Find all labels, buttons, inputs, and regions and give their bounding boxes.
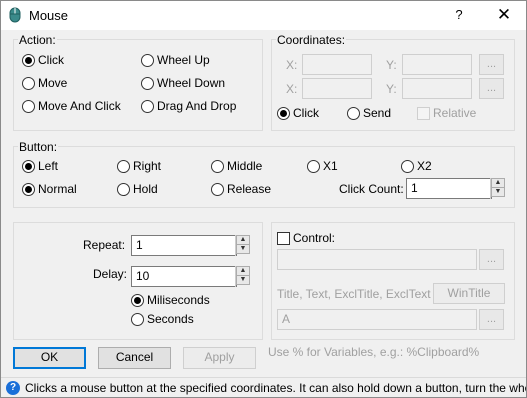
- click-count-spinner[interactable]: ▲ ▼: [490, 178, 505, 199]
- button-legend: Button:: [18, 140, 59, 154]
- action-drag-and-drop-radio[interactable]: Drag And Drop: [141, 98, 236, 114]
- button-left-radio[interactable]: Left: [22, 158, 58, 174]
- x1-label: X:: [286, 58, 298, 72]
- repeat-label: Repeat:: [83, 238, 126, 252]
- mouse-icon: [9, 7, 21, 23]
- spin-down-icon[interactable]: ▼: [236, 244, 250, 254]
- mode-release-radio[interactable]: Release: [211, 181, 271, 197]
- action-wheel-up-radio[interactable]: Wheel Up: [141, 52, 210, 68]
- mouse-dialog: Mouse ? ✕ Action: Click Wheel Up Move Wh…: [0, 0, 527, 398]
- y1-label: Y:: [386, 58, 397, 72]
- click-count-label: Click Count:: [339, 182, 404, 196]
- radio-selected-icon: [22, 53, 35, 67]
- radio-icon: [307, 159, 320, 173]
- action-wheel-down-radio[interactable]: Wheel Down: [141, 75, 225, 91]
- apply-button[interactable]: Apply: [183, 347, 256, 369]
- seconds-radio[interactable]: Seconds: [131, 311, 194, 327]
- control-input[interactable]: [277, 249, 477, 270]
- delay-label: Delay:: [93, 267, 128, 281]
- spin-down-icon[interactable]: ▼: [491, 187, 505, 197]
- wintitle-button[interactable]: WinTitle: [433, 283, 505, 304]
- relative-checkbox[interactable]: Relative: [417, 106, 476, 120]
- repeat-input[interactable]: 1: [131, 235, 237, 256]
- checkbox-icon: [417, 106, 430, 120]
- window-title: Mouse: [29, 8, 69, 23]
- coord-click-radio[interactable]: Click: [277, 105, 319, 121]
- coord-send-radio[interactable]: Send: [347, 105, 391, 121]
- wintitle-input[interactable]: A: [277, 309, 477, 330]
- control-browse-button[interactable]: ...: [479, 249, 504, 270]
- y2-label: Y:: [386, 82, 397, 96]
- wintitle-browse-button[interactable]: ...: [479, 309, 504, 330]
- variables-hint: Use % for Variables, e.g.: %Clipboard%: [268, 345, 480, 359]
- ok-button[interactable]: OK: [13, 347, 86, 369]
- mode-hold-radio[interactable]: Hold: [117, 181, 158, 197]
- help-button[interactable]: ?: [446, 5, 472, 25]
- radio-selected-icon: [22, 159, 35, 173]
- radio-icon: [117, 159, 130, 173]
- coordinates-browse-button-2[interactable]: ...: [479, 78, 504, 99]
- title-bar: Mouse ? ✕: [1, 1, 526, 30]
- miliseconds-radio[interactable]: Miliseconds: [131, 292, 210, 308]
- radio-icon: [22, 76, 35, 90]
- status-text: Clicks a mouse button at the specified c…: [25, 380, 526, 395]
- button-right-radio[interactable]: Right: [117, 158, 161, 174]
- wintitle-fields-label: Title, Text, ExclTitle, ExclText: [277, 287, 431, 301]
- button-middle-radio[interactable]: Middle: [211, 158, 262, 174]
- y2-input[interactable]: [402, 78, 472, 99]
- radio-icon: [211, 159, 224, 173]
- info-icon: ?: [6, 380, 20, 395]
- spin-down-icon[interactable]: ▼: [236, 275, 250, 285]
- radio-icon: [141, 99, 154, 113]
- radio-icon: [141, 53, 154, 67]
- action-move-radio[interactable]: Move: [22, 75, 67, 91]
- x2-input[interactable]: [302, 78, 372, 99]
- radio-selected-icon: [277, 106, 290, 120]
- coordinates-legend: Coordinates:: [276, 33, 347, 47]
- delay-input[interactable]: 10: [131, 266, 237, 287]
- checkbox-icon: [277, 231, 290, 245]
- action-click-radio[interactable]: Click: [22, 52, 64, 68]
- repeat-spinner[interactable]: ▲ ▼: [235, 235, 250, 256]
- action-move-and-click-radio[interactable]: Move And Click: [22, 98, 121, 114]
- close-button[interactable]: ✕: [486, 4, 522, 26]
- radio-icon: [211, 182, 224, 196]
- radio-icon: [347, 106, 360, 120]
- radio-icon: [141, 76, 154, 90]
- button-x2-radio[interactable]: X2: [401, 158, 432, 174]
- radio-icon: [117, 182, 130, 196]
- x1-input[interactable]: [302, 54, 372, 75]
- radio-selected-icon: [22, 182, 35, 196]
- x2-label: X:: [286, 82, 298, 96]
- control-checkbox[interactable]: Control:: [277, 231, 335, 245]
- cancel-button[interactable]: Cancel: [98, 347, 171, 369]
- button-x1-radio[interactable]: X1: [307, 158, 338, 174]
- radio-icon: [131, 312, 144, 326]
- y1-input[interactable]: [402, 54, 472, 75]
- status-bar: ? Clicks a mouse button at the specified…: [1, 377, 526, 397]
- radio-icon: [22, 99, 35, 113]
- action-legend: Action:: [18, 33, 57, 47]
- mode-normal-radio[interactable]: Normal: [22, 181, 77, 197]
- delay-spinner[interactable]: ▲ ▼: [235, 266, 250, 287]
- coordinates-browse-button-1[interactable]: ...: [479, 54, 504, 75]
- click-count-input[interactable]: 1: [406, 178, 492, 199]
- radio-icon: [401, 159, 414, 173]
- radio-selected-icon: [131, 293, 144, 307]
